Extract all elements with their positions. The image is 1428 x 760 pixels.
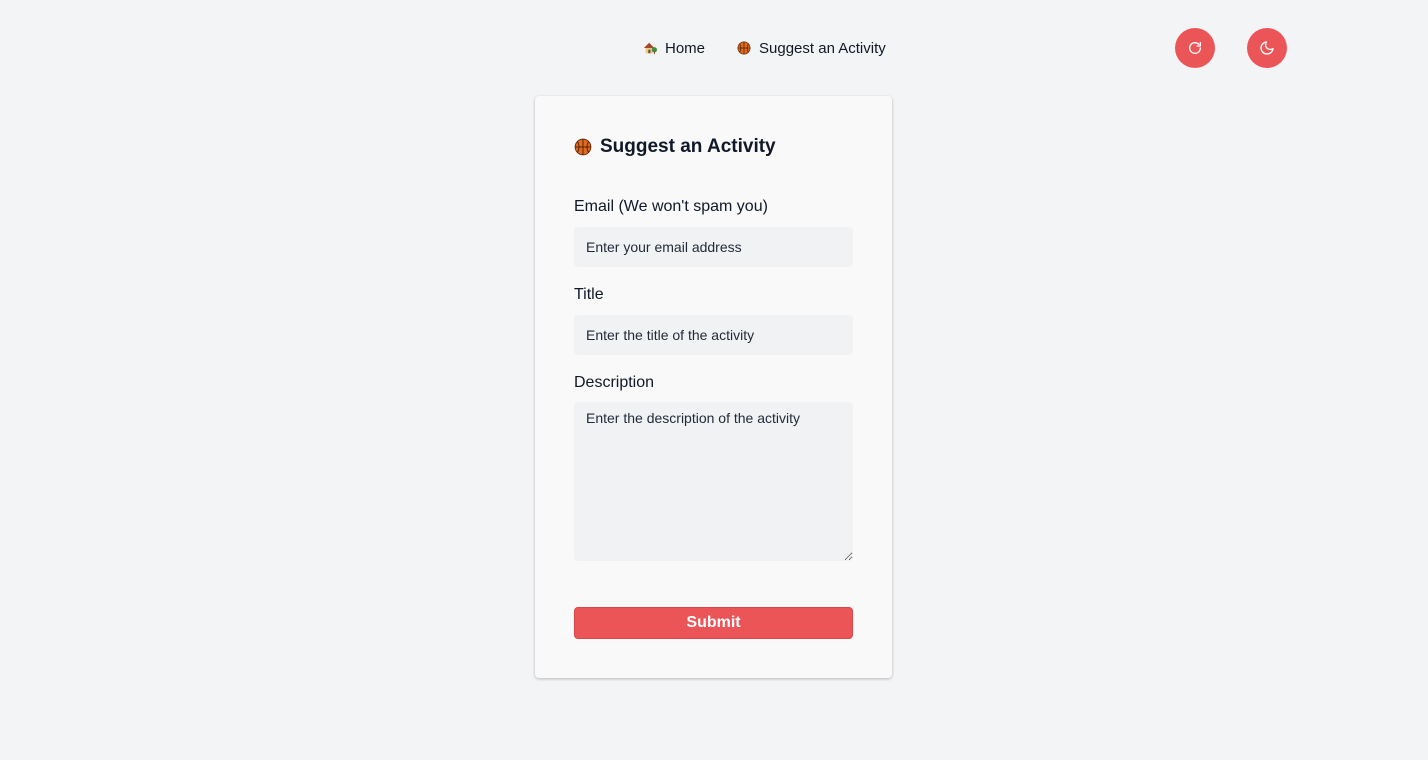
top-nav: Home Suggest an Activity <box>0 0 1428 96</box>
theme-toggle-button[interactable] <box>1247 28 1287 68</box>
nav-link-suggest-activity[interactable]: Suggest an Activity <box>737 38 886 58</box>
moon-icon <box>1260 41 1274 55</box>
nav-link-suggest-activity-label: Suggest an Activity <box>759 39 886 57</box>
description-field[interactable] <box>574 402 853 561</box>
email-label: Email (We won't spam you) <box>574 198 768 215</box>
refresh-button[interactable] <box>1175 28 1215 68</box>
suggest-activity-card: Suggest an Activity Email (We won't spam… <box>535 96 892 678</box>
house-with-garden-icon <box>643 42 657 55</box>
title-label: Title <box>574 286 604 303</box>
nav-links: Home Suggest an Activity <box>643 38 886 58</box>
email-field[interactable] <box>574 227 853 267</box>
basketball-icon <box>574 138 592 156</box>
description-label: Description <box>574 374 655 391</box>
basketball-icon <box>737 41 751 55</box>
card-title: Suggest an Activity <box>574 136 776 158</box>
submit-button[interactable]: Submit <box>574 607 853 639</box>
title-field[interactable] <box>574 315 853 355</box>
card-title-text: Suggest an Activity <box>600 136 776 157</box>
nav-link-home[interactable]: Home <box>643 38 705 58</box>
refresh-icon <box>1189 42 1201 54</box>
nav-link-home-label: Home <box>665 39 706 57</box>
